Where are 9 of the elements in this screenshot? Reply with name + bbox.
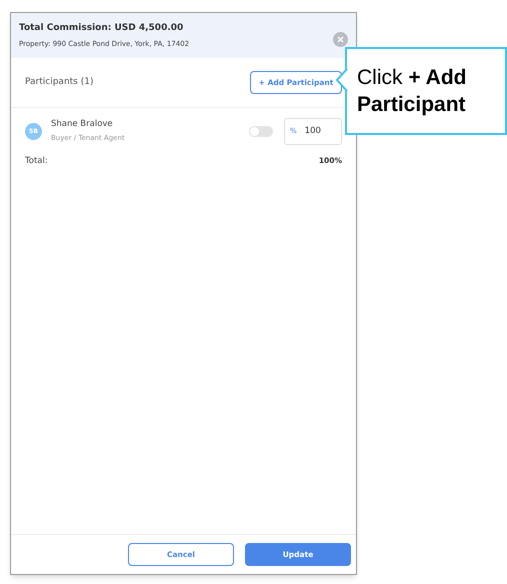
total-label: Total: — [25, 154, 48, 168]
participant-name: Shane Bralove — [51, 118, 114, 132]
participants-heading: Participants (1) — [25, 76, 94, 89]
close-icon — [337, 36, 344, 43]
percent-toggle[interactable] — [249, 126, 273, 136]
commission-title: Total Commission: USD 4,500.00 — [19, 22, 184, 35]
callout-text: Click + Add Participant — [357, 65, 468, 118]
share-value: 100 — [304, 124, 321, 138]
close-button[interactable] — [333, 32, 348, 47]
